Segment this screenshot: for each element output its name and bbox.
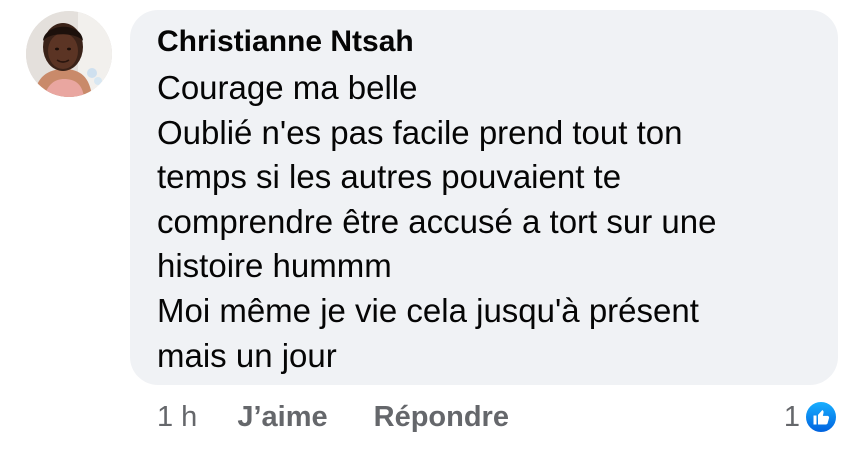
comment-text-line: Oublié n'es pas facile prend tout ton [157,113,683,151]
comment-text-line: comprendre être accusé a tort sur une [157,202,717,240]
avatar[interactable] [26,11,112,97]
like-thumbs-up-icon [804,400,838,434]
comment-actions: 1 h J’aime Répondre [157,397,509,437]
comment: Christianne Ntsah Courage ma belle Oubli… [0,0,864,449]
comment-text-line: mais un jour [157,336,337,374]
comment-text-line: temps si les autres pouvaient te [157,158,622,196]
reaction-count: 1 [783,400,800,433]
reaction-summary[interactable]: 1 [784,398,838,436]
author-name[interactable]: Christianne Ntsah [157,24,414,60]
comment-text-line: Courage ma belle [157,69,418,106]
comment-text-line: Moi même je vie cela jusqu'à présent [157,291,699,329]
like-button[interactable]: J’aime [237,401,327,434]
comment-text: Courage ma belle Oublié n'es pas facile … [157,66,817,378]
timestamp-link[interactable]: 1 h [157,401,197,434]
comment-text-line: histoire hummm [157,247,392,285]
avatar-photo [26,11,112,97]
reply-button[interactable]: Répondre [374,401,509,434]
